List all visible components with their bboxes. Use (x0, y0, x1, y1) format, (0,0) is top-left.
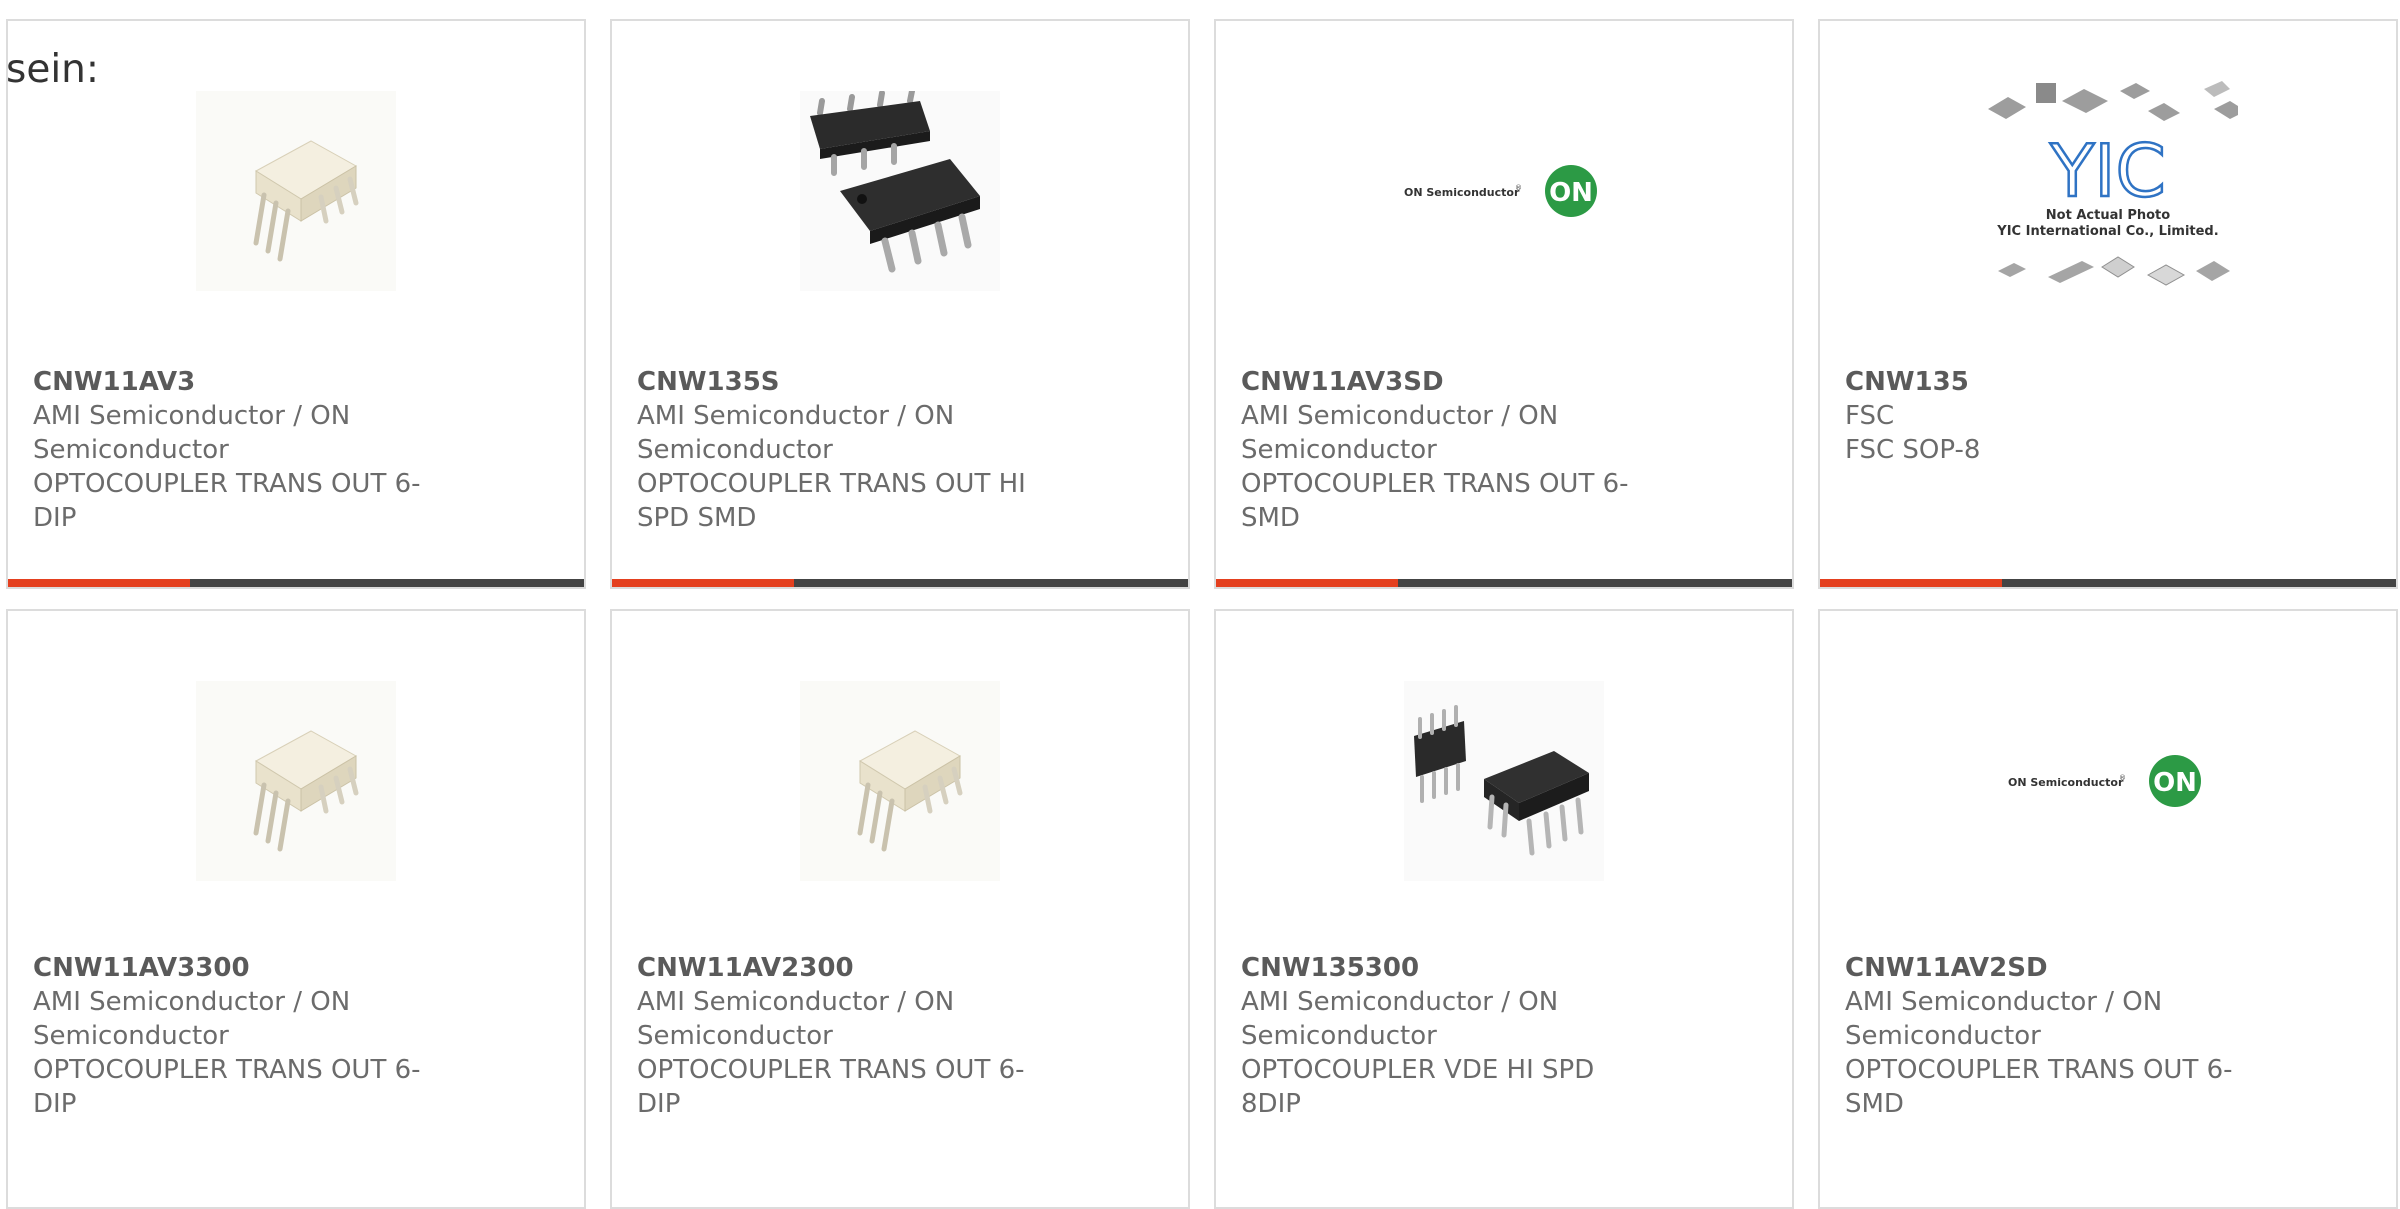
part-number[interactable]: CNW135 (1845, 365, 2255, 399)
part-number[interactable]: CNW11AV2SD (1845, 951, 2255, 985)
svg-text:ON Semiconductor: ON Semiconductor (1404, 186, 1520, 199)
svg-text:®: ® (1515, 184, 1522, 192)
white-dip6-optocoupler-icon (800, 681, 1000, 881)
product-card-cnw11av3sd[interactable]: ON Semiconductor ® ON CNW11AV3SD AMI Sem… (1214, 19, 1794, 589)
part-number[interactable]: CNW135S (637, 365, 1047, 399)
description: FSC SOP-8 (1845, 435, 1981, 465)
description: OPTOCOUPLER TRANS OUT 6-DIP (33, 1055, 421, 1119)
card-accent-bar (612, 579, 1188, 587)
product-card-cnw11av3300[interactable]: CNW11AV3300 AMI Semiconductor / ON Semic… (6, 609, 586, 1209)
white-dip6-optocoupler-icon (196, 681, 396, 881)
svg-text:ON Semiconductor: ON Semiconductor (2008, 776, 2124, 789)
part-number[interactable]: CNW11AV3SD (1241, 365, 1651, 399)
on-semiconductor-logo: ON Semiconductor ® ON (1404, 91, 1604, 291)
yic-placeholder-photo: YIC Not Actual Photo YIC International C… (1978, 71, 2238, 311)
part-number[interactable]: CNW11AV3 (33, 365, 443, 399)
black-smd8-chip-icon (800, 91, 1000, 291)
product-card-cnw135300[interactable]: CNW135300 AMI Semiconductor / ON Semicon… (1214, 609, 1794, 1209)
manufacturer: AMI Semiconductor / ON Semiconductor (637, 987, 955, 1051)
part-number[interactable]: CNW135300 (1241, 951, 1651, 985)
description: OPTOCOUPLER TRANS OUT 6-SMD (1845, 1055, 2233, 1119)
section-heading: sein: (6, 47, 100, 92)
manufacturer: AMI Semiconductor / ON Semiconductor (1241, 987, 1559, 1051)
manufacturer: AMI Semiconductor / ON Semiconductor (1845, 987, 2163, 1051)
description: OPTOCOUPLER TRANS OUT 6-SMD (1241, 469, 1629, 533)
svg-text:Not Actual Photo: Not Actual Photo (2046, 208, 2170, 223)
description: OPTOCOUPLER TRANS OUT HI SPD SMD (637, 469, 1026, 533)
svg-text:YIC: YIC (2049, 129, 2166, 213)
product-card-cnw135s[interactable]: CNW135S AMI Semiconductor / ON Semicondu… (610, 19, 1190, 589)
product-card-cnw11av3[interactable]: CNW11AV3 AMI Semiconductor / ON Semicond… (6, 19, 586, 589)
card-accent-bar (1820, 579, 2396, 587)
card-accent-bar (8, 579, 584, 587)
svg-text:ON: ON (2153, 768, 2197, 798)
black-dip8-chip-icon (1404, 681, 1604, 881)
card-accent-bar (1216, 579, 1792, 587)
part-number[interactable]: CNW11AV3300 (33, 951, 443, 985)
on-semiconductor-logo: ON Semiconductor ® ON (2008, 681, 2208, 881)
white-dip6-optocoupler-icon (196, 91, 396, 291)
manufacturer: AMI Semiconductor / ON Semiconductor (637, 401, 955, 465)
description: OPTOCOUPLER TRANS OUT 6-DIP (33, 469, 421, 533)
product-card-cnw135[interactable]: YIC Not Actual Photo YIC International C… (1818, 19, 2398, 589)
part-number[interactable]: CNW11AV2300 (637, 951, 1047, 985)
description: OPTOCOUPLER VDE HI SPD 8DIP (1241, 1055, 1595, 1119)
manufacturer: AMI Semiconductor / ON Semiconductor (33, 401, 351, 465)
description: OPTOCOUPLER TRANS OUT 6-DIP (637, 1055, 1025, 1119)
svg-text:®: ® (2119, 774, 2126, 782)
manufacturer: AMI Semiconductor / ON Semiconductor (33, 987, 351, 1051)
product-card-cnw11av2300[interactable]: CNW11AV2300 AMI Semiconductor / ON Semic… (610, 609, 1190, 1209)
manufacturer: FSC (1845, 401, 1895, 431)
product-card-cnw11av2sd[interactable]: ON Semiconductor ® ON CNW11AV2SD AMI Sem… (1818, 609, 2398, 1209)
svg-text:ON: ON (1549, 178, 1593, 208)
manufacturer: AMI Semiconductor / ON Semiconductor (1241, 401, 1559, 465)
svg-text:YIC International Co., Limited: YIC International Co., Limited. (1996, 224, 2218, 239)
